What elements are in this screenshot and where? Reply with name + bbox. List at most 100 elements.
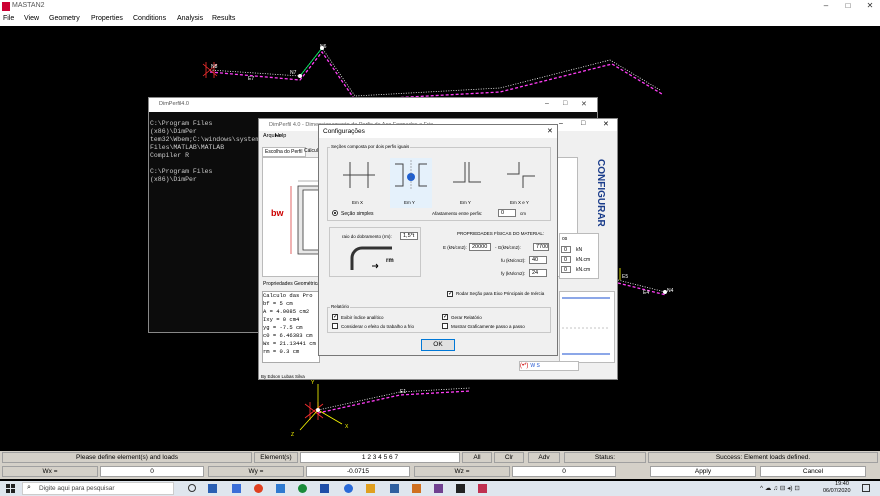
pinned-app-icon[interactable] <box>298 484 307 493</box>
all-button[interactable]: All <box>462 452 492 463</box>
spacing-input[interactable]: 0 <box>498 209 516 217</box>
fy-input[interactable]: 24 <box>529 269 547 277</box>
cmd-close-icon[interactable]: ✕ <box>581 100 587 108</box>
bend-radius-icon <box>350 246 392 270</box>
stress-chart-panel <box>559 291 615 363</box>
apply-button[interactable]: Apply <box>650 466 756 477</box>
pinned-app-icon[interactable] <box>412 484 421 493</box>
elements-input[interactable]: 1 2 3 4 5 6 7 <box>300 452 460 463</box>
menu-geometry[interactable]: Geometry <box>49 15 80 22</box>
minimize-button[interactable]: – <box>816 1 836 13</box>
loads-header: os <box>562 236 568 242</box>
taskview-icon[interactable] <box>188 484 196 492</box>
config-close-button[interactable]: ✕ <box>547 127 553 135</box>
menu-conditions[interactable]: Conditions <box>133 15 166 22</box>
frame-bottom <box>317 387 471 411</box>
spacing-label: Afastamento entre perfis: <box>432 211 483 216</box>
props-output: Calculo das Pro bf = 5 cm A = 4.0085 cm2… <box>262 291 320 363</box>
option-label: Em X <box>352 200 364 205</box>
load-value[interactable]: 0 <box>561 266 571 273</box>
config-dialog[interactable]: Configurações ✕ Seções composta por dois… <box>318 124 558 356</box>
cold-work-label: Considerar o efeito do trabalho a frio <box>341 324 415 329</box>
status-message: Success: Element loads defined. <box>648 452 878 463</box>
config-titlebar: Configurações ✕ <box>319 125 557 138</box>
generate-report-checkbox[interactable]: ✓ <box>442 314 448 320</box>
dimperfil-menu-help[interactable]: Help <box>275 133 286 139</box>
app-title: MASTAN2 <box>12 2 45 9</box>
menu-file[interactable]: File <box>3 15 14 22</box>
notifications-icon[interactable] <box>862 484 870 492</box>
dimperfil-minimize-icon[interactable]: – <box>559 120 563 127</box>
fu-input[interactable]: 40 <box>529 256 547 264</box>
cmd-maximize-icon[interactable]: □ <box>563 100 567 107</box>
system-tray-icons[interactable]: ^ ☁ ♫ ⊟ ◂) ⊡ <box>760 484 800 492</box>
frame-top <box>209 47 661 97</box>
wy-input[interactable]: -0.0715 <box>306 466 410 477</box>
cmd-minimize-icon[interactable]: – <box>545 100 549 107</box>
g-input[interactable]: 7700 <box>533 243 549 251</box>
close-button[interactable]: ✕ <box>860 1 880 13</box>
menu-properties[interactable]: Properties <box>91 15 123 22</box>
option-em-y-2[interactable]: Em Y <box>446 158 488 208</box>
e-label: E (kN/cm2): <box>443 245 467 250</box>
configurar-label: CONFIGURAR <box>595 159 606 227</box>
clock-date: 06/07/2020 <box>823 488 851 494</box>
pinned-app-icon[interactable] <box>320 484 329 493</box>
bottom-code: W S <box>530 363 540 369</box>
double-channel-y-icon <box>395 160 427 190</box>
clr-button[interactable]: Clr <box>494 452 524 463</box>
spacing-unit: cm <box>520 211 526 216</box>
dimperfil-maximize-icon[interactable]: □ <box>581 120 585 127</box>
pinned-app-icon[interactable] <box>366 484 375 493</box>
menu-analysis[interactable]: Analysis <box>177 15 203 22</box>
adv-button[interactable]: Adv <box>528 452 560 463</box>
wz-input[interactable]: 0 <box>512 466 616 477</box>
wx-input[interactable]: 0 <box>100 466 204 477</box>
clock-time: 19:40 <box>835 481 849 487</box>
bend-label: raio do dobramento (rm): <box>342 234 392 239</box>
cancel-button[interactable]: Cancel <box>760 466 866 477</box>
load-value[interactable]: 0 <box>561 256 571 263</box>
tab-escolha-perfil[interactable]: Escolha do Perfil <box>262 147 306 157</box>
pinned-app-icon[interactable] <box>478 484 487 493</box>
configurar-button[interactable]: CONFIGURAR <box>595 159 613 243</box>
cold-work-checkbox[interactable] <box>332 323 338 329</box>
pinned-app-icon[interactable] <box>276 484 285 493</box>
rotate-checkbox[interactable]: ✓ <box>447 291 453 297</box>
pinned-app-icon[interactable] <box>434 484 443 493</box>
menu-view[interactable]: View <box>24 15 39 22</box>
maximize-button[interactable]: □ <box>838 1 858 13</box>
load-value[interactable]: 0 <box>561 246 571 253</box>
simple-section-label: Seção simples <box>341 211 374 217</box>
search-box[interactable]: ⌕ Digite aqui para pesquisar <box>22 482 174 495</box>
element-label-e4: E4 <box>643 290 650 296</box>
load-line-right <box>617 282 667 296</box>
step-by-step-checkbox[interactable] <box>442 323 448 329</box>
pinned-app-icon[interactable] <box>344 484 353 493</box>
bw-label: bw <box>271 208 284 218</box>
pinned-app-icon[interactable] <box>456 484 465 493</box>
axis-label-y: Y <box>311 380 315 386</box>
option-em-x[interactable]: Em X <box>338 158 380 208</box>
ok-button[interactable]: OK <box>421 339 455 351</box>
bend-input[interactable]: 1,5*t <box>400 232 418 240</box>
g-label: - G(kN/cm2): <box>495 245 521 250</box>
analytic-index-checkbox[interactable]: ✓ <box>332 314 338 320</box>
simple-section-radio[interactable] <box>332 210 338 216</box>
dimperfil-close-icon[interactable]: ✕ <box>603 120 609 128</box>
analytic-index-label: Exibir índice analítico <box>341 315 384 320</box>
app-titlebar: MASTAN2 – □ ✕ <box>0 0 880 14</box>
pinned-app-icon[interactable] <box>390 484 399 493</box>
pinned-app-icon[interactable] <box>254 484 263 493</box>
pinned-app-icon[interactable] <box>208 484 217 493</box>
rotate-label: Rodar Seção para Eixo Principais de Inér… <box>456 291 545 296</box>
option-em-y-1[interactable]: Em Y <box>390 158 432 208</box>
windows-start-icon[interactable] <box>6 484 15 493</box>
option-em-x-e-y[interactable]: Em X e Y <box>500 158 542 208</box>
double-angle-xy-icon <box>507 162 535 188</box>
menu-results[interactable]: Results <box>212 15 235 22</box>
search-placeholder: Digite aqui para pesquisar <box>39 485 115 492</box>
loads-panel: os 0 kN 0 kN.cm 0 kN.cm <box>559 233 599 279</box>
pinned-app-icon[interactable] <box>232 484 241 493</box>
e-input[interactable]: 20000 <box>469 243 491 251</box>
